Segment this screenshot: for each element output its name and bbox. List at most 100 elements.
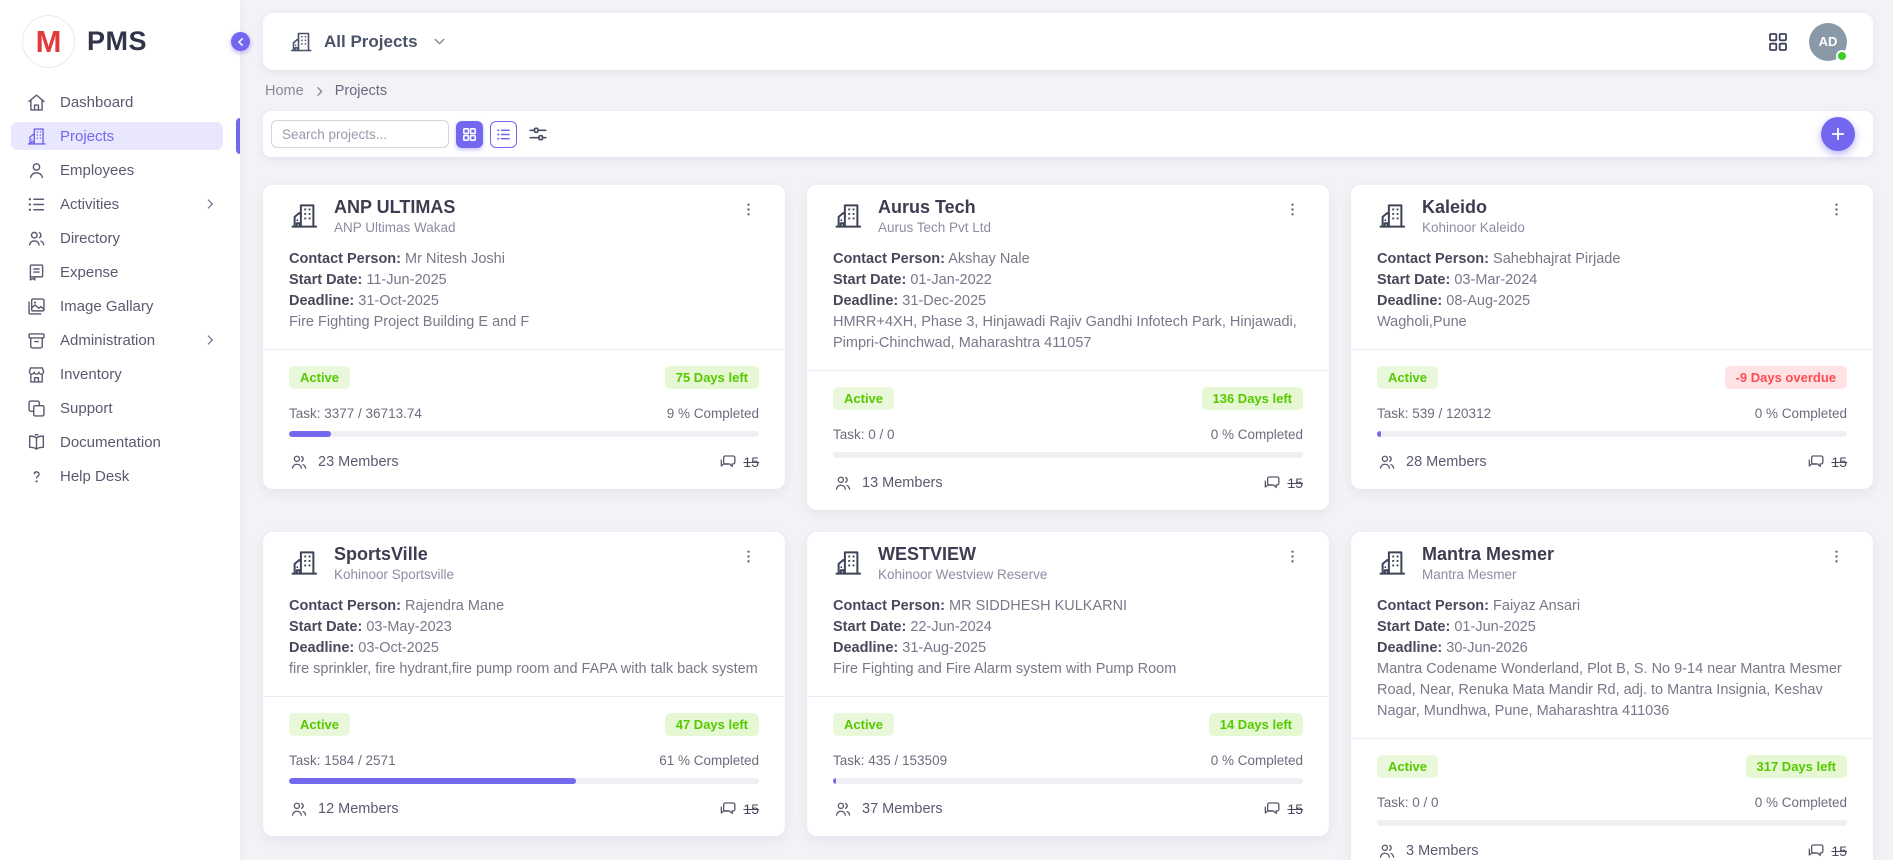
grid-view-icon: [461, 126, 478, 143]
projects-grid: ANP ULTIMAS ANP Ultimas Wakad Contact Pe…: [263, 185, 1873, 860]
chat-count[interactable]: 15: [1262, 799, 1303, 819]
project-details: Contact Person: MR SIDDHESH KULKARNI Sta…: [833, 596, 1303, 680]
list-view-icon: [495, 126, 512, 143]
sidebar-item-help-desk[interactable]: Help Desk: [11, 462, 223, 490]
list-view-button[interactable]: [490, 121, 517, 148]
sidebar-nav: Dashboard Projects Employees Activities …: [0, 88, 240, 490]
deadline-value: 03-Oct-2025: [358, 640, 439, 656]
kebab-menu-icon[interactable]: [1282, 544, 1303, 574]
sidebar-item-employees[interactable]: Employees: [11, 156, 223, 184]
filter-button[interactable]: [524, 121, 551, 148]
project-card[interactable]: Aurus Tech Aurus Tech Pvt Ltd Contact Pe…: [807, 185, 1329, 510]
kebab-menu-icon[interactable]: [738, 544, 759, 574]
contact-value: Akshay Nale: [948, 251, 1029, 267]
project-card[interactable]: ANP ULTIMAS ANP Ultimas Wakad Contact Pe…: [263, 185, 785, 489]
search-input[interactable]: [271, 120, 449, 148]
kebab-menu-icon[interactable]: [1282, 197, 1303, 227]
chat-icon: [1806, 452, 1826, 472]
project-description: fire sprinkler, fire hydrant,fire pump r…: [289, 659, 759, 680]
apps-grid-icon[interactable]: [1766, 30, 1790, 54]
contact-label: Contact Person:: [289, 598, 401, 614]
kebab-menu-icon[interactable]: [1826, 197, 1847, 227]
contact-label: Contact Person:: [1377, 251, 1489, 267]
deadline-label: Deadline:: [833, 640, 898, 656]
progress-fill: [833, 778, 836, 784]
project-subtitle: Mantra Mesmer: [1422, 567, 1554, 582]
percent-completed: 0 % Completed: [1211, 427, 1303, 442]
members-label: 37 Members: [862, 801, 943, 817]
deadline-value: 30-Jun-2026: [1446, 640, 1527, 656]
building-icon: [289, 548, 319, 578]
chat-icon: [1262, 799, 1282, 819]
contact-value: Mr Nitesh Joshi: [405, 251, 505, 267]
contact-label: Contact Person:: [289, 251, 401, 267]
project-subtitle: Kohinoor Sportsville: [334, 567, 454, 582]
status-badge: Active: [1377, 755, 1438, 778]
members-count: 23 Members: [289, 452, 399, 472]
online-status-dot: [1836, 50, 1848, 62]
project-card[interactable]: Mantra Mesmer Mantra Mesmer Contact Pers…: [1351, 532, 1873, 860]
page-title: All Projects: [324, 32, 418, 52]
project-description: Wagholi,Pune: [1377, 312, 1847, 333]
breadcrumb-home[interactable]: Home: [265, 83, 304, 99]
store-icon: [26, 364, 47, 385]
project-description: Mantra Codename Wonderland, Plot B, S. N…: [1377, 659, 1847, 722]
project-details: Contact Person: Faiyaz Ansari Start Date…: [1377, 596, 1847, 722]
chat-count[interactable]: 15: [1262, 473, 1303, 493]
sidebar-item-inventory[interactable]: Inventory: [11, 360, 223, 388]
members-label: 12 Members: [318, 801, 399, 817]
sidebar-item-dashboard[interactable]: Dashboard: [11, 88, 223, 116]
days-left-badge: 47 Days left: [665, 713, 759, 736]
members-count: 28 Members: [1377, 452, 1487, 472]
start-date-label: Start Date:: [833, 272, 906, 288]
progress-bar: [1377, 820, 1847, 826]
contact-value: Rajendra Mane: [405, 598, 504, 614]
progress-bar: [289, 778, 759, 784]
status-badge: Active: [833, 387, 894, 410]
archive-icon: [26, 330, 47, 351]
logo-mark-icon: M: [22, 15, 75, 68]
brand-logo[interactable]: M PMS: [0, 0, 240, 82]
kebab-menu-icon[interactable]: [738, 197, 759, 227]
contact-label: Contact Person:: [1377, 598, 1489, 614]
sidebar-item-directory[interactable]: Directory: [11, 224, 223, 252]
add-project-button[interactable]: [1821, 117, 1855, 151]
project-card[interactable]: SportsVille Kohinoor Sportsville Contact…: [263, 532, 785, 836]
book-icon: [26, 432, 47, 453]
project-card[interactable]: WESTVIEW Kohinoor Westview Reserve Conta…: [807, 532, 1329, 836]
kebab-menu-icon[interactable]: [1826, 544, 1847, 574]
grid-view-button[interactable]: [456, 121, 483, 148]
sidebar-item-support[interactable]: Support: [11, 394, 223, 422]
members-label: 13 Members: [862, 475, 943, 491]
sidebar-collapse-button[interactable]: [231, 32, 250, 51]
start-date-value: 03-May-2023: [366, 619, 451, 635]
chat-count[interactable]: 15: [718, 799, 759, 819]
deadline-label: Deadline:: [1377, 293, 1442, 309]
sidebar-item-documentation[interactable]: Documentation: [11, 428, 223, 456]
sidebar-item-projects[interactable]: Projects: [11, 122, 223, 150]
deadline-label: Deadline:: [289, 640, 354, 656]
user-avatar[interactable]: AD: [1809, 23, 1847, 61]
sidebar-item-expense[interactable]: Expense: [11, 258, 223, 286]
days-left-badge: 317 Days left: [1746, 755, 1848, 778]
start-date-label: Start Date:: [289, 272, 362, 288]
sidebar-item-administration[interactable]: Administration: [11, 326, 223, 354]
sidebar-item-activities[interactable]: Activities: [11, 190, 223, 218]
start-date-value: 01-Jan-2022: [910, 272, 991, 288]
chat-count[interactable]: 15: [1806, 452, 1847, 472]
chevron-down-icon: [431, 33, 448, 50]
project-title: Mantra Mesmer: [1422, 542, 1554, 566]
deadline-label: Deadline:: [1377, 640, 1442, 656]
start-date-value: 01-Jun-2025: [1454, 619, 1535, 635]
users-icon: [26, 228, 47, 249]
contact-label: Contact Person:: [833, 598, 945, 614]
project-card[interactable]: Kaleido Kohinoor Kaleido Contact Person:…: [1351, 185, 1873, 489]
sidebar-item-image-gallary[interactable]: Image Gallary: [11, 292, 223, 320]
percent-completed: 0 % Completed: [1211, 753, 1303, 768]
projects-filter-dropdown[interactable]: All Projects: [289, 30, 448, 54]
chat-count[interactable]: 15: [718, 452, 759, 472]
building-icon: [1377, 201, 1407, 231]
chat-count[interactable]: 15: [1806, 841, 1847, 860]
members-label: 23 Members: [318, 454, 399, 470]
contact-value: Faiyaz Ansari: [1493, 598, 1580, 614]
